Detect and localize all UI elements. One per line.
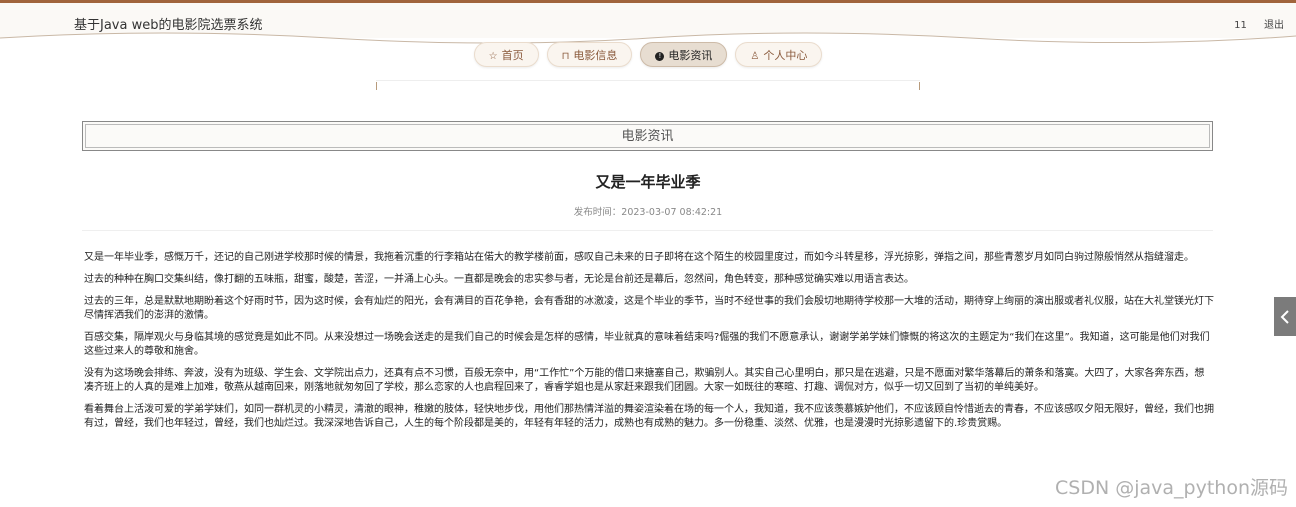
nav-movie-info-label: 电影信息 bbox=[573, 49, 618, 62]
user-area: 11 退出 bbox=[1220, 16, 1284, 31]
nav-movie-info[interactable]: ⊓ 电影信息 bbox=[546, 42, 633, 67]
main-nav: ☆ 首页 ⊓ 电影信息 ! 电影资讯 ♙ 个人中心 bbox=[0, 42, 1296, 70]
nav-movie-news[interactable]: ! 电影资讯 bbox=[640, 42, 728, 67]
right-tick bbox=[919, 82, 920, 90]
logout-link[interactable]: 退出 bbox=[1264, 20, 1284, 31]
article-paragraph: 过去的种种在胸口交集纠结，像打翻的五味瓶，甜蜜，酸楚，苦涩，一并涌上心头。一直都… bbox=[84, 274, 914, 285]
side-collapse-tab[interactable] bbox=[1274, 297, 1296, 336]
article-body: 又是一年毕业季，感慨万千，还记的自己刚进学校那时候的情景，我拖着沉重的行李箱站在… bbox=[84, 251, 1214, 439]
nav-underline bbox=[376, 80, 920, 81]
info-icon: ! bbox=[655, 52, 665, 61]
username-link[interactable]: 11 bbox=[1234, 20, 1247, 31]
nav-user-center[interactable]: ♙ 个人中心 bbox=[735, 42, 823, 67]
article-paragraph: 看着舞台上活泼可爱的学弟学妹们，如同一群机灵的小精灵，清澈的眼神，稚嫩的肢体，轻… bbox=[84, 404, 1214, 429]
nav-home-label: 首页 bbox=[501, 49, 524, 62]
user-icon: ♙ bbox=[750, 51, 760, 62]
nav-movie-news-label: 电影资讯 bbox=[668, 49, 713, 62]
article-title: 又是一年毕业季 bbox=[595, 173, 701, 191]
article-meta: 发布时间：2023-03-07 08:42:21 bbox=[573, 207, 723, 218]
article-paragraph: 没有为这场晚会排练、奔波，没有为班级、学生会、文学院出点力，还真有点不习惯，百般… bbox=[84, 368, 1205, 393]
nav-user-center-label: 个人中心 bbox=[763, 49, 808, 62]
star-icon: ☆ bbox=[488, 51, 498, 62]
section-header: 电影资讯 bbox=[82, 121, 1213, 151]
top-bar: 基于Java web的电影院选票系统 11 退出 bbox=[0, 0, 1296, 48]
meta-divider bbox=[82, 230, 1213, 231]
section-title: 电影资讯 bbox=[85, 124, 1210, 148]
left-tick bbox=[376, 82, 377, 90]
article-paragraph: 过去的三年，总是默默地期盼着这个好雨时节，因为这时候，会有灿烂的阳光，会有满目的… bbox=[84, 296, 1214, 321]
article-paragraph: 百感交集，隔岸观火与身临其境的感觉竟是如此不同。从来没想过一场晚会送走的是我们自… bbox=[84, 332, 1210, 357]
watermark: CSDN @java_python源码 bbox=[1055, 477, 1288, 499]
chevron-left-icon bbox=[1280, 310, 1289, 324]
top-accent-strip bbox=[0, 0, 1296, 3]
bag-icon: ⊓ bbox=[561, 51, 570, 62]
article-paragraph: 又是一年毕业季，感慨万千，还记的自己刚进学校那时候的情景，我拖着沉重的行李箱站在… bbox=[84, 252, 1194, 263]
nav-home[interactable]: ☆ 首页 bbox=[473, 42, 539, 67]
site-title: 基于Java web的电影院选票系统 bbox=[74, 18, 263, 33]
